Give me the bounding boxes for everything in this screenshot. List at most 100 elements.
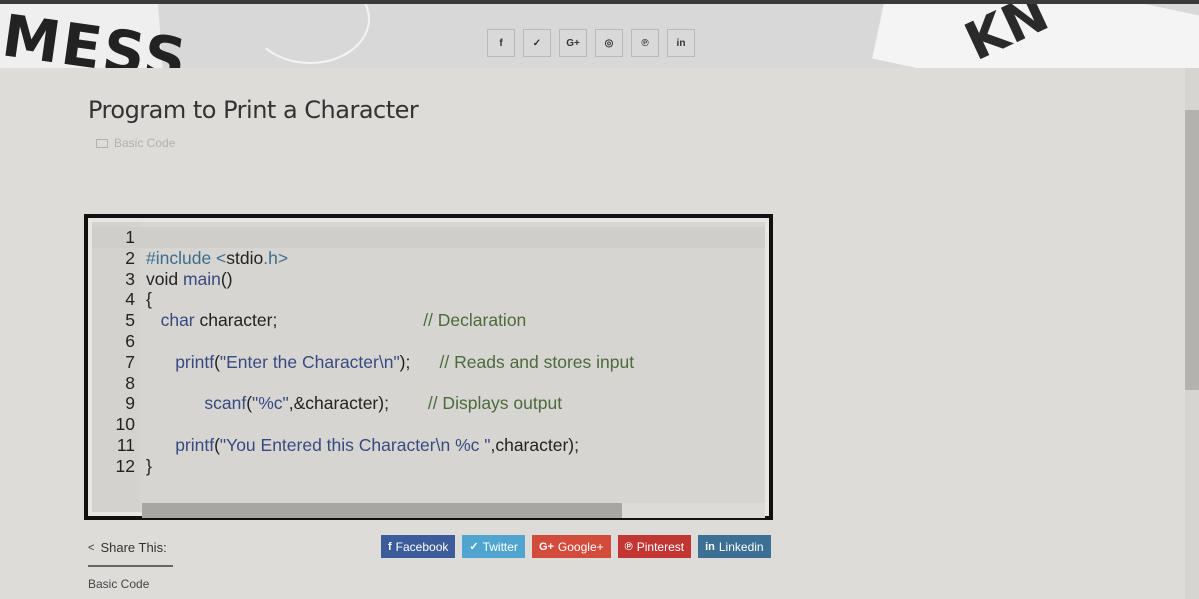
code-line: 3 void main() xyxy=(92,269,765,290)
line-number: 8 xyxy=(125,372,135,393)
code-token: "Enter the Character\n" xyxy=(219,351,400,372)
code-text: { xyxy=(140,289,152,310)
code-token: // Reads and stores input xyxy=(439,351,635,372)
line-number: 11 xyxy=(116,434,135,455)
share-underline xyxy=(88,565,173,567)
share-button-label: Twitter xyxy=(482,539,518,554)
share-linkedin-button[interactable]: in Linkedin xyxy=(698,535,771,558)
share-button-label: Google+ xyxy=(557,539,604,554)
code-text: printf("Enter the Character\n"); // Read… xyxy=(140,352,634,373)
share-label: Share This: xyxy=(100,540,167,555)
code-token: stdio xyxy=(226,247,264,268)
share-buttons: f Facebook ✓ Twitter G+ Google+ ℗ Pinterest in Li… xyxy=(381,535,771,558)
banner-cable xyxy=(250,4,370,64)
code-token: .h> xyxy=(263,247,289,268)
header-banner: MESS KN f ✓ G+ ◎ ℗ in xyxy=(0,4,1199,68)
code-line: 8 xyxy=(92,373,765,394)
code-token: ,character); xyxy=(490,434,579,455)
code-token: "You Entered this Character\n %c " xyxy=(219,434,491,455)
code-line: 9 scanf("%c",&character); // Displays ou… xyxy=(92,393,765,414)
code-line: 10 xyxy=(92,414,765,435)
code-text: void main() xyxy=(140,269,233,290)
code-horizontal-scrollbar-thumb[interactable] xyxy=(142,503,622,518)
code-text: char character; // Declaration xyxy=(140,310,527,331)
share-button-label: Linkedin xyxy=(718,539,764,554)
code-token: char xyxy=(160,310,195,331)
instagram-icon[interactable]: ◎ xyxy=(595,29,623,57)
code-token: } xyxy=(146,455,152,476)
code-token: // Declaration xyxy=(423,310,527,331)
share-twitter-button[interactable]: ✓ Twitter xyxy=(462,535,525,558)
share-pinterest-button[interactable]: ℗ Pinterest xyxy=(617,535,692,558)
code-line: 1 xyxy=(92,227,765,248)
line-number: 5 xyxy=(125,310,135,331)
code-token: { xyxy=(146,289,152,310)
code-token: character; xyxy=(194,310,424,331)
share-heading: < Share This: xyxy=(88,540,167,555)
pinterest-icon[interactable]: ℗ xyxy=(631,29,659,57)
code-block: 1 2 #include <stdio.h> 3 void main() 4{5 char… xyxy=(84,214,773,520)
share-icon: < xyxy=(88,541,95,554)
code-text: scanf("%c",&character); // Displays outp… xyxy=(140,393,562,414)
twitter-icon: ✓ xyxy=(469,541,479,553)
code-token: scanf xyxy=(204,393,247,414)
line-number: 4 xyxy=(125,289,135,310)
code-lines: 1 2 #include <stdio.h> 3 void main() 4{5 char… xyxy=(92,227,765,477)
code-token: #include < xyxy=(146,247,227,268)
code-token: printf xyxy=(175,351,215,372)
linkedin-icon: in xyxy=(705,540,715,553)
facebook-icon: f xyxy=(388,540,392,553)
page-title: Program to Print a Character xyxy=(88,96,419,124)
code-token: printf xyxy=(175,434,215,455)
banner-art-text: MESS xyxy=(0,4,193,68)
code-editor[interactable]: 1 2 #include <stdio.h> 3 void main() 4{5 char… xyxy=(92,222,765,518)
line-number: 9 xyxy=(125,393,135,414)
google-plus-icon: G+ xyxy=(538,540,554,553)
line-number: 7 xyxy=(125,351,135,372)
line-number: 2 xyxy=(125,247,135,268)
line-number: 1 xyxy=(125,227,135,247)
code-text: #include <stdio.h> xyxy=(140,248,288,269)
post-category[interactable]: Basic Code xyxy=(96,136,175,150)
code-token: main xyxy=(182,268,221,289)
line-number: 12 xyxy=(115,455,135,476)
pinterest-icon: ℗ xyxy=(624,540,633,553)
code-line: 4{ xyxy=(92,289,765,310)
code-token: void xyxy=(146,268,183,289)
twitter-icon[interactable]: ✓ xyxy=(523,29,551,57)
facebook-icon[interactable]: f xyxy=(487,29,515,57)
code-token: () xyxy=(220,268,233,289)
code-token: // Displays output xyxy=(427,393,563,414)
code-line: 5 char character; // Declaration xyxy=(92,310,765,331)
code-line: 2 #include <stdio.h> xyxy=(92,248,765,269)
code-text: printf("You Entered this Character\n %c … xyxy=(140,435,579,456)
code-line: 11 printf("You Entered this Character\n … xyxy=(92,435,765,456)
share-button-label: Facebook xyxy=(395,539,449,554)
code-token: ); xyxy=(399,351,440,372)
line-number: 10 xyxy=(115,414,135,435)
share-facebook-button[interactable]: f Facebook xyxy=(381,535,456,558)
linkedin-icon[interactable]: in xyxy=(667,29,695,57)
post-tag[interactable]: Basic Code xyxy=(88,577,149,591)
code-token: ,&character); xyxy=(288,393,428,414)
code-text: } xyxy=(140,456,152,477)
share-button-label: Pinterest xyxy=(636,539,685,554)
code-line: 12} xyxy=(92,456,765,477)
post-category-label[interactable]: Basic Code xyxy=(114,136,175,150)
google-plus-icon[interactable]: G+ xyxy=(559,29,587,57)
code-line: 6 xyxy=(92,331,765,352)
share-google-plus-button[interactable]: G+ Google+ xyxy=(531,535,611,558)
header-social-icons: f ✓ G+ ◎ ℗ in xyxy=(487,29,695,57)
code-token: "%c" xyxy=(252,393,289,414)
line-number: 3 xyxy=(125,268,135,289)
page-scrollbar-thumb[interactable] xyxy=(1185,110,1199,390)
folder-icon xyxy=(96,138,108,148)
